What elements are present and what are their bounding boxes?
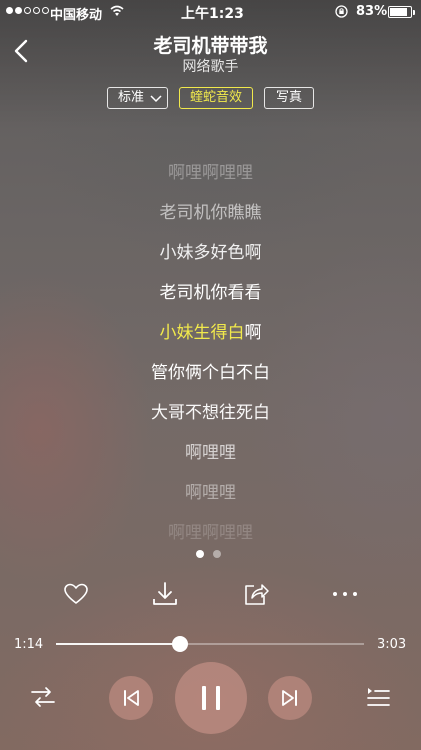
total-time: 3:03 [377,637,407,652]
page-dot [213,550,221,558]
share-icon[interactable] [242,580,270,608]
pause-icon [202,686,220,710]
progress-slider[interactable] [56,636,364,652]
battery-percentage: 83% [356,4,388,19]
lyric-line: 大哥不想往死白 [151,403,270,423]
quality-label: 标准 [118,90,145,105]
lyric-line: 老司机你瞧瞧 [159,203,262,223]
battery-level [390,8,407,16]
next-icon [282,690,297,706]
next-button[interactable] [268,676,312,720]
rotation-lock-icon [335,5,348,18]
lyric-line: 啊哩啊哩哩 [168,163,253,183]
page-dot-active [196,550,204,558]
quality-select[interactable]: 标准 [107,87,168,109]
lyric-line: 管你俩个白不白 [151,363,270,383]
current-lyric-line: 小妹生得白啊 [0,318,421,343]
chevron-down-icon [150,95,162,103]
battery-icon [388,6,415,18]
current-lyric-remaining: 啊 [244,323,262,343]
carrier-name: 中国移动 [50,8,103,23]
playlist-icon [367,688,390,706]
song-title: 老司机带带我 [153,35,268,57]
lyrics-panel[interactable]: 啊哩啊哩哩 老司机你瞧瞧 小妹多好色啊 老司机你看看 小妹生得白啊 管你俩个白不… [0,148,421,548]
lyric-line: 啊哩哩 [185,443,236,463]
artist-name[interactable]: 网络歌手 [0,56,421,76]
playlist-button[interactable] [366,686,390,708]
download-icon[interactable] [151,580,179,608]
wifi-icon [110,5,124,16]
page-indicator [196,550,221,558]
pause-button[interactable] [175,662,247,734]
signal-strength-icon [6,7,49,14]
sound-effect-button[interactable]: 蝰蛇音效 [179,87,253,109]
lyric-line: 小妹多好色啊 [159,243,262,263]
current-lyric-sung: 小妹生得白 [159,323,245,343]
lyric-line: 啊哩哩 [185,483,236,503]
shuffle-icon [31,687,55,707]
clock: 上午1:23 [181,6,244,22]
previous-button[interactable] [109,676,153,720]
lyric-line: 老司机你看看 [159,283,262,303]
tag-row: 标准 蝰蛇音效 写真 [0,87,421,109]
previous-icon [124,690,139,706]
progress-fill [56,643,181,645]
elapsed-time: 1:14 [14,637,44,652]
heart-icon[interactable] [62,580,90,608]
status-bar: 中国移动 上午1:23 83% [0,0,421,24]
shuffle-button[interactable] [30,686,56,708]
photo-button[interactable]: 写真 [264,87,314,109]
lyric-line: 啊哩啊哩哩 [168,523,253,543]
more-icon[interactable] [331,580,359,608]
